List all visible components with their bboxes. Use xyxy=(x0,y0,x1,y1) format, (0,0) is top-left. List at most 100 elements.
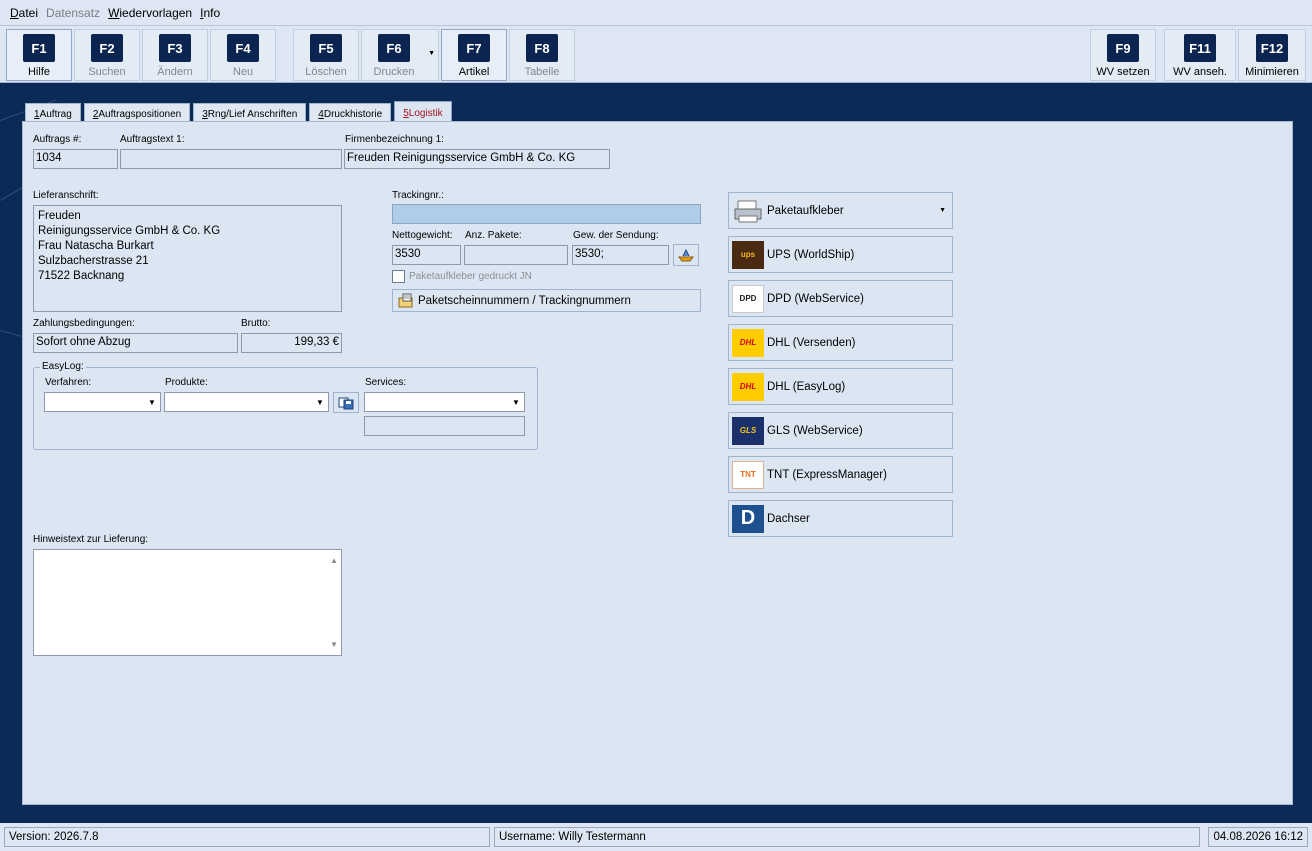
new-button[interactable]: F4 Neu xyxy=(210,29,276,81)
address-line: Sulzbacherstrasse 21 xyxy=(38,255,149,267)
f4-key-icon: F4 xyxy=(227,34,259,62)
method-select[interactable]: ▼ xyxy=(44,392,161,412)
package-count-field[interactable] xyxy=(464,245,568,265)
set-reminder-button[interactable]: F9 WV setzen xyxy=(1090,29,1156,81)
package-count-label: Anz. Pakete: xyxy=(465,230,522,241)
edit-button[interactable]: F3 Ändern xyxy=(142,29,208,81)
menu-datensatz[interactable]: Datensatz xyxy=(46,6,100,20)
version-status: Version: 2026.7.8 xyxy=(4,827,490,847)
dachser-label: Dachser xyxy=(767,512,810,525)
menu-info[interactable]: Info xyxy=(200,6,220,20)
order-number-field[interactable]: 1034 xyxy=(33,149,118,169)
edit-label: Ändern xyxy=(157,66,193,78)
dhl-versenden-label: DHL (Versenden) xyxy=(767,336,856,349)
scroll-down-icon[interactable]: ▼ xyxy=(330,637,338,652)
chevron-down-icon[interactable]: ▼ xyxy=(144,393,160,411)
view-reminders-button[interactable]: F11 WV anseh. xyxy=(1164,29,1236,81)
gls-label: GLS (WebService) xyxy=(767,424,863,437)
net-weight-label: Nettogewicht: xyxy=(392,230,453,241)
payment-terms-field[interactable]: Sofort ohne Abzug xyxy=(33,333,238,353)
minimize-label: Minimieren xyxy=(1245,66,1299,78)
gross-field[interactable]: 199,33 € xyxy=(241,333,342,353)
services-select[interactable]: ▼ xyxy=(364,392,525,412)
services-detail-field[interactable] xyxy=(364,416,525,436)
tracking-numbers-button[interactable]: Paketscheinnummern / Trackingnummern xyxy=(392,289,701,312)
method-label: Verfahren: xyxy=(45,377,92,388)
articles-button[interactable]: F7 Artikel xyxy=(441,29,507,81)
dachser-logo-icon: D xyxy=(732,504,764,533)
tracking-label: Trackingnr.: xyxy=(392,190,444,201)
gls-button[interactable]: GLS GLS (WebService) xyxy=(728,412,953,449)
datetime-status: 04.08.2026 16:12 xyxy=(1208,827,1308,847)
chevron-down-icon[interactable]: ▼ xyxy=(312,393,328,411)
chevron-down-icon[interactable]: ▼ xyxy=(428,50,435,57)
print-button[interactable]: F6 Drucken ▼ xyxy=(361,29,439,81)
f6-key-icon: F6 xyxy=(378,34,410,62)
toolbar: F1 Hilfe F2 Suchen F3 Ändern F4 Neu F5 Lösche… xyxy=(0,26,1312,83)
table-button[interactable]: F8 Tabelle xyxy=(509,29,575,81)
f1-key-icon: F1 xyxy=(23,34,55,62)
address-line: Freuden xyxy=(38,210,81,222)
package-label-text: Paketaufkleber xyxy=(767,204,844,217)
calculate-weight-button[interactable] xyxy=(673,244,699,266)
delete-label: Löschen xyxy=(305,66,347,78)
order-text-field[interactable] xyxy=(120,149,342,169)
dpd-logo-icon: DPD xyxy=(732,284,764,313)
address-line: Frau Natascha Burkart xyxy=(38,240,154,252)
dhl-logo-icon: DHL xyxy=(732,372,764,401)
label-printed-checkbox[interactable] xyxy=(392,270,405,283)
help-button[interactable]: F1 Hilfe xyxy=(6,29,72,81)
f9-key-icon: F9 xyxy=(1107,34,1139,62)
company-name-label: Firmenbezeichnung 1: xyxy=(345,134,444,145)
ups-label: UPS (WorldShip) xyxy=(767,248,855,261)
ups-button[interactable]: ups UPS (WorldShip) xyxy=(728,236,953,273)
f2-key-icon: F2 xyxy=(91,34,123,62)
table-label: Tabelle xyxy=(524,66,560,78)
chevron-down-icon[interactable]: ▼ xyxy=(508,393,524,411)
dhl-easylog-button[interactable]: DHL DHL (EasyLog) xyxy=(728,368,953,405)
delivery-note-label: Hinweistext zur Lieferung: xyxy=(33,534,149,545)
dhl-versenden-button[interactable]: DHL DHL (Versenden) xyxy=(728,324,953,361)
delivery-note-field[interactable]: ▲ ▼ xyxy=(33,549,342,656)
scroll-up-icon[interactable]: ▲ xyxy=(330,553,338,568)
chevron-down-icon[interactable]: ▼ xyxy=(939,207,946,214)
gls-logo-icon: GLS xyxy=(732,416,764,445)
company-name-field[interactable]: Freuden Reinigungsservice GmbH & Co. KG xyxy=(344,149,610,169)
menu-wiedervorlagen[interactable]: Wiedervorlagen xyxy=(108,6,192,20)
ups-logo-icon: ups xyxy=(732,240,764,269)
f11-key-icon: F11 xyxy=(1184,34,1216,62)
tnt-logo-icon: TNT xyxy=(732,460,764,489)
products-label: Produkte: xyxy=(165,377,208,388)
tnt-button[interactable]: TNT TNT (ExpressManager) xyxy=(728,456,953,493)
dpd-label: DPD (WebService) xyxy=(767,292,864,305)
f12-key-icon: F12 xyxy=(1256,34,1288,62)
dachser-button[interactable]: D Dachser xyxy=(728,500,953,537)
menu-bar: Datei Datensatz Wiedervorlagen Info xyxy=(0,0,1312,26)
status-bar: Version: 2026.7.8 Username: Willy Tester… xyxy=(0,823,1312,851)
logistics-panel: Auftrags #: 1034 Auftragstext 1: Firmenb… xyxy=(22,121,1293,805)
tracking-numbers-label: Paketscheinnummern / Trackingnummern xyxy=(418,294,631,307)
new-label: Neu xyxy=(232,66,254,78)
net-weight-field[interactable]: 3530 xyxy=(392,245,461,265)
package-list-icon xyxy=(398,293,413,307)
delivery-address-field[interactable]: Freuden Reinigungsservice GmbH & Co. KG … xyxy=(33,205,342,312)
products-select[interactable]: ▼ xyxy=(164,392,329,412)
payment-terms-label: Zahlungsbedingungen: xyxy=(33,318,135,329)
search-button[interactable]: F2 Suchen xyxy=(74,29,140,81)
search-label: Suchen xyxy=(88,66,126,78)
dpd-button[interactable]: DPD DPD (WebService) xyxy=(728,280,953,317)
shipment-weight-label: Gew. der Sendung: xyxy=(573,230,659,241)
menu-datei[interactable]: Datei xyxy=(10,6,38,20)
tracking-field[interactable] xyxy=(392,204,701,224)
f8-key-icon: F8 xyxy=(526,34,558,62)
shipment-weight-field[interactable]: 3530; xyxy=(572,245,669,265)
f3-key-icon: F3 xyxy=(159,34,191,62)
gross-label: Brutto: xyxy=(241,318,271,329)
minimize-button[interactable]: F12 Minimieren xyxy=(1238,29,1306,81)
delete-button[interactable]: F5 Löschen xyxy=(293,29,359,81)
delivery-address-label: Lieferanschrift: xyxy=(33,190,99,201)
user-status: Username: Willy Testermann xyxy=(494,827,1200,847)
product-info-button[interactable] xyxy=(333,392,359,413)
easylog-title: EasyLog: xyxy=(40,361,86,372)
package-label-button[interactable]: Paketaufkleber ▼ xyxy=(728,192,953,229)
